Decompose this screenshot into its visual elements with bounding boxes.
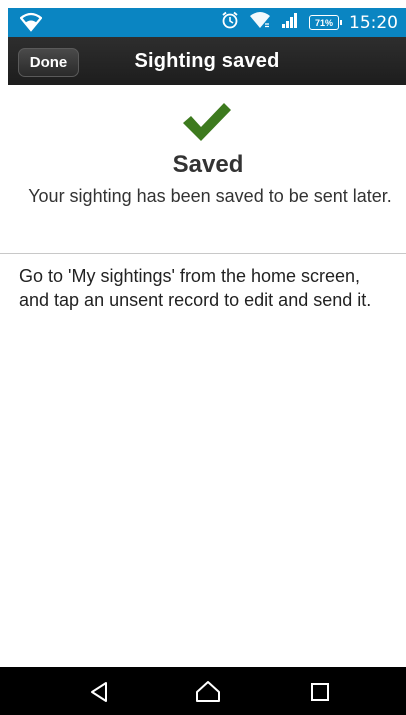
recent-apps-icon[interactable] xyxy=(305,677,335,707)
divider xyxy=(0,253,406,254)
saved-title: Saved xyxy=(172,151,244,178)
app-header: Done Sighting saved xyxy=(8,37,406,85)
status-time: 15:20 xyxy=(349,12,398,33)
done-button[interactable]: Done xyxy=(18,48,79,77)
alarm-icon xyxy=(221,11,239,34)
saved-message: Your sighting has been saved to be sent … xyxy=(28,186,392,206)
battery-icon: 71% xyxy=(309,15,342,30)
main-content: Saved Your sighting has been saved to be… xyxy=(0,85,406,667)
cell-signal-icon xyxy=(281,11,299,34)
back-icon[interactable] xyxy=(85,677,115,707)
navigation-bar xyxy=(0,667,406,715)
screen-top-edge xyxy=(0,0,406,8)
checkmark-icon xyxy=(183,103,231,141)
wifi-signal-icon xyxy=(249,11,271,34)
instructions-text: Go to 'My sightings' from the home scree… xyxy=(19,266,372,310)
home-icon[interactable] xyxy=(193,677,223,707)
wifi-icon xyxy=(19,12,43,37)
status-bar: 71% 15:20 xyxy=(8,8,406,37)
